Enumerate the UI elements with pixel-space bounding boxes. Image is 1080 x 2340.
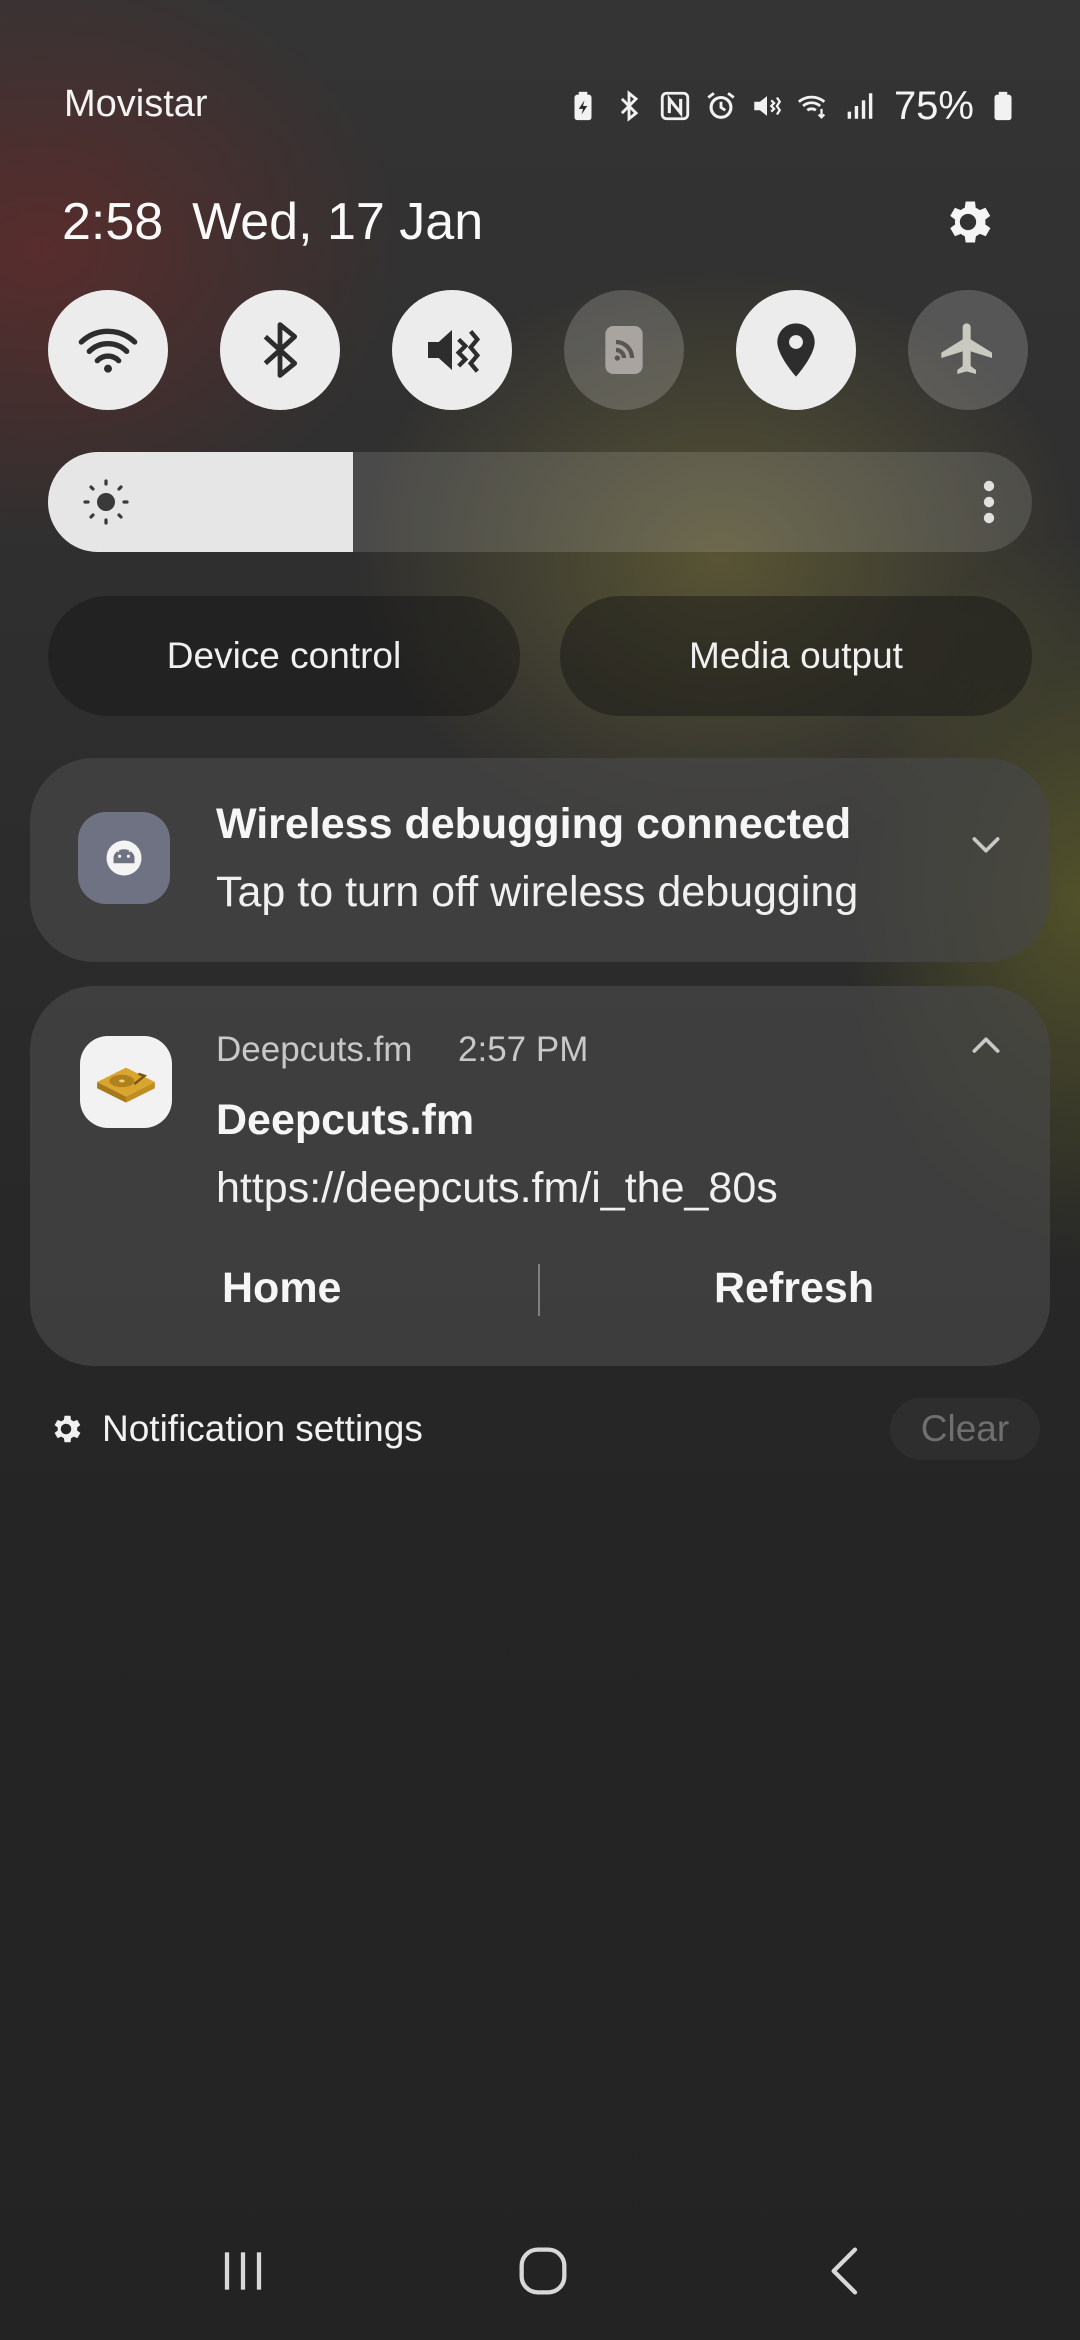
refresh-action-button[interactable]: Refresh — [714, 1264, 874, 1313]
alarm-icon — [704, 87, 738, 125]
wifi-calling-icon — [796, 87, 830, 125]
device-control-button[interactable]: Device control — [48, 596, 520, 716]
more-options-icon[interactable] — [982, 480, 996, 524]
bluetooth-icon — [263, 322, 298, 378]
notification-settings-label: Notification settings — [102, 1408, 423, 1449]
notification-body: https://deepcuts.fm/i_the_80s — [216, 1164, 778, 1212]
notification-body: Tap to turn off wireless debugging — [216, 868, 859, 916]
debug-icon — [78, 812, 170, 904]
cast-icon — [605, 326, 643, 374]
media-output-button[interactable]: Media output — [560, 596, 1032, 716]
location-icon — [777, 323, 815, 377]
brightness-slider[interactable] — [48, 452, 1032, 552]
gear-icon — [54, 1415, 81, 1443]
location-toggle[interactable] — [736, 290, 856, 410]
cast-toggle[interactable] — [564, 290, 684, 410]
home-icon — [519, 2247, 567, 2295]
airplane-icon — [941, 323, 992, 374]
brightness-icon — [83, 479, 129, 525]
recent-apps-icon — [224, 2252, 262, 2290]
carrier-label: Movistar — [64, 83, 208, 125]
battery-saver-icon — [566, 87, 600, 125]
clear-button[interactable]: Clear — [890, 1398, 1040, 1460]
notification-title: Wireless debugging connected — [216, 800, 852, 848]
notification-wireless-debugging[interactable]: Wireless debugging connected Tap to turn… — [30, 758, 1050, 962]
airplane-mode-toggle[interactable] — [908, 290, 1028, 410]
back-nav-button[interactable] — [802, 2236, 892, 2306]
gear-icon — [950, 201, 991, 243]
chevron-down-icon[interactable] — [966, 824, 1006, 864]
clock-time: 2:58 — [62, 193, 164, 251]
notification-app-name: Deepcuts.fm — [216, 1030, 413, 1069]
chevron-up-icon[interactable] — [966, 1026, 1006, 1066]
notification-time: 2:57 PM — [458, 1030, 589, 1069]
battery-icon — [986, 87, 1020, 125]
notification-title: Deepcuts.fm — [216, 1096, 475, 1144]
signal-icon — [842, 87, 876, 125]
home-nav-button[interactable] — [498, 2236, 588, 2306]
battery-percent: 75% — [893, 83, 974, 128]
date-label: Wed, 17 Jan — [192, 193, 484, 251]
mute-toggle[interactable] — [392, 290, 512, 410]
home-action-button[interactable]: Home — [222, 1264, 341, 1313]
mute-icon — [750, 87, 784, 125]
wifi-icon — [78, 328, 138, 373]
back-icon — [831, 2247, 858, 2295]
nfc-icon — [658, 87, 692, 125]
notification-deepcuts[interactable]: Deepcuts.fm 2:57 PM Deepcuts.fm https://… — [30, 986, 1050, 1366]
status-icons: 75% — [566, 82, 1020, 130]
quick-settings-row — [48, 290, 1028, 410]
turntable-icon — [80, 1036, 172, 1128]
notification-settings-button[interactable]: Notification settings — [48, 1404, 423, 1454]
bluetooth-icon — [612, 87, 646, 125]
clock-date: 2:58 Wed, 17 Jan — [62, 190, 483, 254]
recent-apps-button[interactable] — [198, 2236, 288, 2306]
action-divider — [538, 1264, 540, 1316]
bluetooth-toggle[interactable] — [220, 290, 340, 410]
settings-button[interactable] — [936, 190, 1000, 254]
mute-icon — [428, 329, 481, 373]
wifi-toggle[interactable] — [48, 290, 168, 410]
